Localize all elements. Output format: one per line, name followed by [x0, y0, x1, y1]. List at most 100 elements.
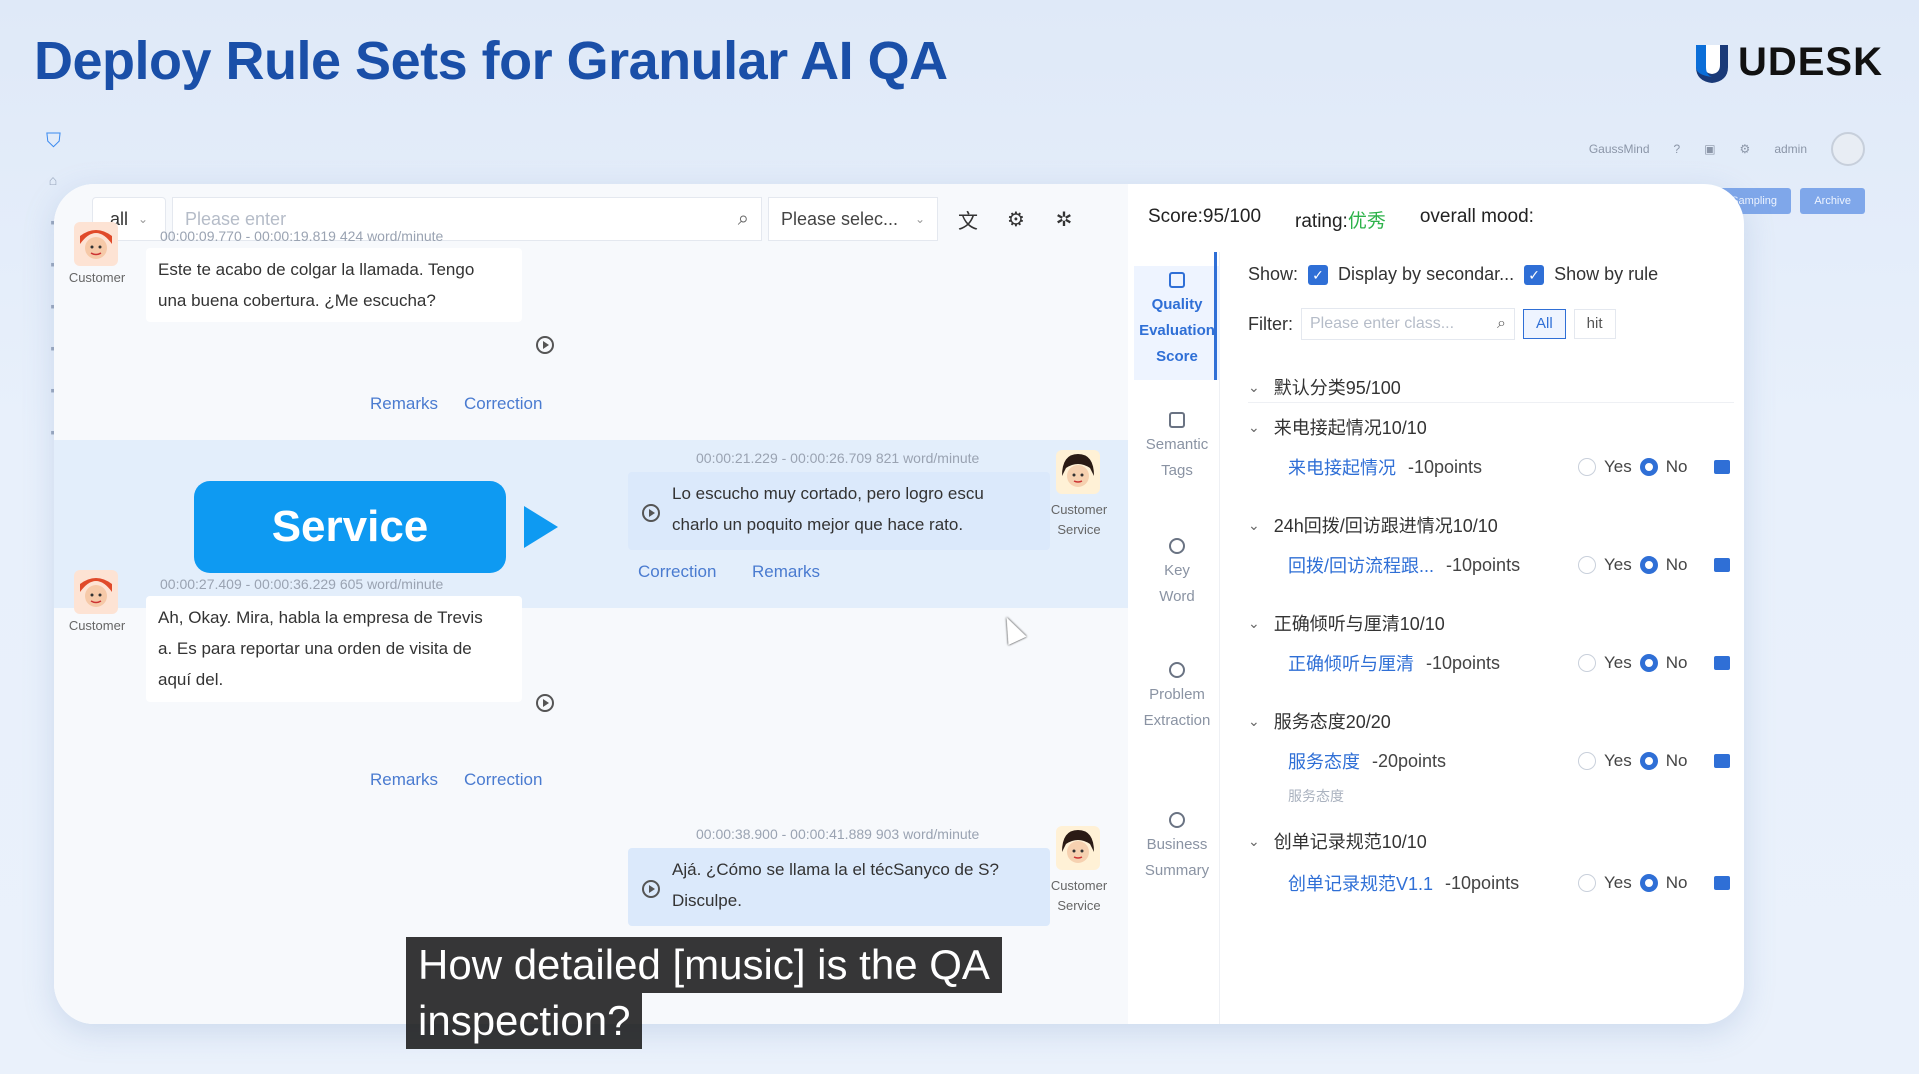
logo-text: UDESK [1737, 40, 1883, 84]
rule-note: 服务态度 [1288, 788, 1344, 804]
rule-item: 回拨/回访流程跟... -10points Yes No [1288, 552, 1730, 578]
tab-semantic-tags[interactable]: Semantic Tags [1134, 412, 1220, 484]
chevron-down-icon[interactable]: ⌄ [1248, 379, 1260, 396]
message-line: Lo escucho muy cortado, pero logro escu [672, 484, 984, 503]
yes-label: Yes [1604, 555, 1632, 574]
rule-name-link[interactable]: 服务态度 [1288, 748, 1360, 774]
tab-business-summary[interactable]: Business Summary [1134, 812, 1220, 884]
tab-problem-extraction[interactable]: Problem Extraction [1134, 662, 1220, 734]
folder-icon[interactable]: ▣ [1704, 142, 1715, 156]
show-by-rule-label: Show by rule [1554, 264, 1659, 284]
product-switcher[interactable]: GaussMind [1589, 142, 1650, 156]
correction-link[interactable]: Correction [464, 770, 542, 790]
search-icon[interactable]: ⌕ [1497, 315, 1506, 333]
display-by-secondary-label: Display by secondar... [1338, 264, 1515, 284]
no-radio[interactable] [1639, 556, 1658, 574]
rule-item: 来电接起情况 -10points Yes No [1288, 454, 1730, 480]
remarks-link[interactable]: Remarks [370, 770, 438, 790]
active-tab-indicator [1214, 252, 1217, 380]
overall-mood: overall mood: [1419, 206, 1534, 227]
rule-name-link[interactable]: 来电接起情况 [1288, 454, 1396, 480]
no-radio[interactable] [1639, 654, 1658, 672]
rule-category[interactable]: ⌄ 创单记录规范10/10 [1248, 828, 1427, 854]
yes-radio[interactable] [1578, 458, 1596, 476]
yes-radio[interactable] [1578, 556, 1596, 574]
play-icon[interactable] [642, 504, 660, 522]
summary-icon [1169, 812, 1185, 828]
comment-icon[interactable] [1714, 656, 1730, 670]
search-input[interactable] [185, 208, 738, 230]
play-icon[interactable] [536, 694, 554, 712]
play-icon[interactable] [642, 880, 660, 898]
comment-icon[interactable] [1714, 558, 1730, 572]
help-icon[interactable]: ? [1674, 142, 1681, 156]
rule-category[interactable]: ⌄ 24h回拨/回访跟进情况10/10 [1248, 512, 1498, 538]
user-menu[interactable]: admin [1774, 142, 1807, 156]
chip-hit[interactable]: hit [1573, 309, 1616, 339]
message-line: aquí del. [158, 670, 224, 689]
qa-panel: all ⌄ ⌕ Please selec... ⌄ 文 ⚙ ✲ Customer… [54, 184, 1744, 1024]
rule-category[interactable]: ⌄ 正确倾听与厘清10/10 [1248, 610, 1445, 636]
rule-name-link[interactable]: 创单记录规范V1.1 [1288, 870, 1433, 896]
comment-icon[interactable] [1714, 460, 1730, 474]
yes-radio[interactable] [1578, 752, 1596, 770]
rule-name-link[interactable]: 正确倾听与厘清 [1288, 650, 1414, 676]
yes-label: Yes [1604, 457, 1632, 476]
comment-icon[interactable] [1714, 876, 1730, 890]
video-caption-line-1: How detailed [music] is the QA [406, 937, 1002, 993]
message-line: Este te acabo de colgar la llamada. Teng… [158, 260, 475, 279]
bug-icon[interactable]: ✲ [1046, 201, 1082, 237]
no-radio[interactable] [1639, 752, 1658, 770]
no-label: No [1665, 873, 1688, 892]
message-meta: 00:00:09.770 - 00:00:19.819 424 word/min… [160, 228, 444, 244]
show-label: Show: [1248, 264, 1299, 284]
message-bubble: Este te acabo de colgar la llamada. Teng… [146, 248, 522, 322]
correction-link[interactable]: Correction [638, 562, 716, 582]
speaker-label: Customer Service [1050, 878, 1108, 913]
top-bar-right: GaussMind ? ▣ ⚙ admin [1589, 132, 1865, 166]
analysis-tabs: Quality Evaluation Score Semantic Tags K… [1134, 252, 1220, 1024]
category-select[interactable]: Please selec... ⌄ [768, 197, 938, 241]
tab-label: Semantic Tags [1145, 436, 1209, 479]
comment-icon[interactable] [1714, 754, 1730, 768]
settings-icon[interactable]: ⚙ [1740, 142, 1751, 156]
archive-button[interactable]: Archive [1800, 188, 1865, 214]
class-filter-input[interactable]: Please enter class... ⌕ [1301, 308, 1515, 340]
chevron-down-icon[interactable]: ⌄ [1248, 615, 1260, 632]
rating: rating:优秀 [1295, 206, 1386, 233]
no-radio[interactable] [1639, 458, 1658, 476]
yes-radio[interactable] [1578, 654, 1596, 672]
chevron-down-icon[interactable]: ⌄ [1248, 833, 1260, 850]
shield-icon[interactable]: ⛉ [46, 130, 61, 152]
remarks-link[interactable]: Remarks [370, 394, 438, 414]
display-by-secondary-checkbox[interactable]: ✓ [1308, 264, 1329, 285]
translate-icon[interactable]: 文 [950, 201, 986, 237]
key-icon [1169, 538, 1185, 554]
rule-name-link[interactable]: 回拨/回访流程跟... [1288, 552, 1434, 578]
no-radio[interactable] [1639, 874, 1658, 892]
category-title: 服务态度20/20 [1273, 712, 1391, 732]
show-by-rule-checkbox[interactable]: ✓ [1524, 264, 1545, 285]
chevron-down-icon[interactable]: ⌄ [1248, 419, 1260, 436]
service-session-badge: Service Session [194, 481, 506, 643]
play-icon[interactable] [536, 336, 554, 354]
rule-category[interactable]: ⌄ 来电接起情况10/10 [1248, 414, 1427, 440]
yes-no-group: Yes No [1578, 555, 1687, 575]
yes-radio[interactable] [1578, 874, 1596, 892]
tab-quality-evaluation-score[interactable]: Quality Evaluation Score [1134, 266, 1220, 380]
yes-no-group: Yes No [1578, 751, 1687, 771]
user-avatar[interactable] [1831, 132, 1865, 166]
search-icon[interactable]: ⌕ [738, 208, 749, 231]
tab-key-word[interactable]: Key Word [1134, 538, 1220, 610]
chip-all[interactable]: All [1523, 309, 1566, 339]
chevron-down-icon[interactable]: ⌄ [1248, 713, 1260, 730]
message-line: Disculpe. [672, 891, 742, 910]
rule-points: -10points [1408, 456, 1483, 477]
rule-root[interactable]: ⌄ 默认分类95/100 [1248, 374, 1401, 400]
gear-icon[interactable]: ⚙ [998, 201, 1034, 237]
rule-category[interactable]: ⌄ 服务态度20/20 [1248, 708, 1391, 734]
udesk-logo: UDESK [1692, 40, 1883, 85]
chevron-down-icon[interactable]: ⌄ [1248, 517, 1260, 534]
remarks-link[interactable]: Remarks [752, 562, 820, 582]
correction-link[interactable]: Correction [464, 394, 542, 414]
